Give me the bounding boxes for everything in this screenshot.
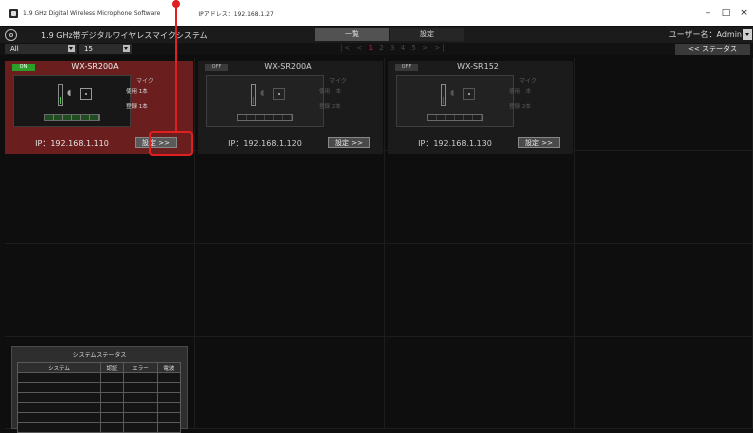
grid-cell xyxy=(195,244,385,337)
col-header: システム xyxy=(17,362,101,373)
col-header: エラー xyxy=(123,362,158,373)
table-row xyxy=(17,392,182,403)
chevron-down-icon[interactable] xyxy=(68,45,75,52)
system-status-panel: システムステータス システム 認証 エラー 電波 xyxy=(11,346,188,433)
tab-settings[interactable]: 設定 xyxy=(390,28,464,41)
callout-highlight xyxy=(149,131,193,156)
close-button[interactable]: × xyxy=(735,8,753,18)
receiver-card[interactable]: OFF WX-SR200A ◖ マイク 使用 本 登録 2本 IP：192.16… xyxy=(198,61,383,154)
power-status-badge: ON xyxy=(12,64,35,71)
status-toggle-button[interactable]: << ステータス xyxy=(675,44,750,55)
pager-page[interactable]: 1 xyxy=(369,44,375,52)
pager-prev[interactable]: < xyxy=(356,44,364,52)
table-row xyxy=(17,402,182,413)
signal-bar-icon xyxy=(58,84,63,106)
receiver-model: WX-SR200A xyxy=(71,62,119,71)
channel-slots-icon xyxy=(237,114,293,121)
mic-registered: 登録 2本 xyxy=(509,104,531,110)
minimize-button[interactable]: – xyxy=(699,8,717,18)
power-status-badge: OFF xyxy=(395,64,418,71)
pager-page[interactable]: 2 xyxy=(379,44,385,52)
receiver-model: WX-SR200A xyxy=(264,62,312,71)
app-icon xyxy=(9,8,18,18)
wireless-wave-icon: ◖ xyxy=(260,88,265,97)
app-title: 1.9 GHz帯デジタルワイヤレスマイクシステム xyxy=(41,30,208,40)
grid-cell xyxy=(5,151,195,244)
receiver-box-icon xyxy=(463,88,475,100)
pager-next[interactable]: > xyxy=(422,44,430,52)
receiver-device-icon: ◖ xyxy=(13,75,131,127)
mic-label: マイク xyxy=(136,78,154,85)
power-status-badge: OFF xyxy=(205,64,228,71)
count-select-value: 15 xyxy=(84,45,93,53)
window-title: 1.9 GHz Digital Wireless Microphone Soft… xyxy=(23,9,161,17)
table-row xyxy=(17,422,182,433)
grid-cell xyxy=(575,151,753,244)
grid-cell xyxy=(575,337,753,429)
settings-button[interactable]: 設定 >> xyxy=(328,137,370,148)
mic-registered: 登録 2本 xyxy=(319,104,341,110)
table-row xyxy=(17,372,182,383)
grid-cell xyxy=(195,151,385,244)
count-select[interactable]: 15 xyxy=(79,44,132,54)
col-header: 電波 xyxy=(156,362,182,373)
channel-slots-icon xyxy=(427,114,483,121)
mic-in-use: 使用 1本 xyxy=(126,89,148,95)
col-header: 認証 xyxy=(99,362,125,373)
pager-first[interactable]: |< xyxy=(340,44,352,52)
pager: |< < 1 2 3 4 5 > >| xyxy=(340,44,446,52)
receiver-box-icon xyxy=(80,88,92,100)
grid-cell xyxy=(385,244,575,337)
mic-registered: 登録 1本 xyxy=(126,104,148,110)
window-controls: – □ × xyxy=(699,0,753,26)
mic-label: マイク xyxy=(329,78,347,85)
grid-cell xyxy=(385,337,575,429)
mic-label: マイク xyxy=(519,78,537,85)
receiver-device-icon: ◖ xyxy=(396,75,514,127)
grid-cell xyxy=(5,244,195,337)
grid-cell xyxy=(195,337,385,429)
settings-button[interactable]: 設定 >> xyxy=(518,137,560,148)
mic-in-use: 使用 本 xyxy=(509,89,532,95)
signal-bar-icon xyxy=(251,84,256,106)
system-status-table: システム 認証 エラー 電波 xyxy=(17,362,182,433)
mic-in-use: 使用 本 xyxy=(319,89,342,95)
receiver-device-icon: ◖ xyxy=(206,75,324,127)
maximize-button[interactable]: □ xyxy=(717,8,735,18)
window-titlebar: 1.9 GHz Digital Wireless Microphone Soft… xyxy=(0,0,753,26)
group-select-value: All xyxy=(10,45,19,53)
tab-list[interactable]: 一覧 xyxy=(315,28,389,41)
pager-page[interactable]: 4 xyxy=(401,44,407,52)
receiver-box-icon xyxy=(273,88,285,100)
system-status-title: システムステータス xyxy=(72,352,127,359)
receiver-ip: IP：192.168.1.120 xyxy=(228,139,302,148)
pager-page[interactable]: 3 xyxy=(390,44,396,52)
receiver-model: WX-SR152 xyxy=(457,62,499,71)
table-row xyxy=(17,382,182,393)
channel-slots-icon xyxy=(44,114,100,121)
receiver-ip: IP：192.168.1.110 xyxy=(35,139,109,148)
user-dropdown-icon[interactable] xyxy=(743,29,752,40)
pager-page[interactable]: 5 xyxy=(411,44,417,52)
group-select[interactable]: All xyxy=(5,44,77,54)
user-name: ユーザー名：Admin xyxy=(668,30,742,39)
receiver-card[interactable]: OFF WX-SR152 ◖ マイク 使用 本 登録 2本 IP：192.168… xyxy=(388,61,573,154)
wireless-wave-icon: ◖ xyxy=(450,88,455,97)
grid-cell xyxy=(575,58,753,151)
table-row xyxy=(17,412,182,423)
wireless-wave-icon: ◖ xyxy=(67,88,72,97)
ip-address-label: IPアドレス：192.168.1.27 xyxy=(198,10,274,18)
pager-last[interactable]: >| xyxy=(434,44,446,52)
receiver-ip: IP：192.168.1.130 xyxy=(418,139,492,148)
callout-pointer xyxy=(172,0,180,131)
grid-cell xyxy=(575,244,753,337)
logo-icon xyxy=(5,29,17,41)
grid-cell xyxy=(385,151,575,244)
signal-bar-icon xyxy=(441,84,446,106)
chevron-down-icon[interactable] xyxy=(123,45,130,52)
